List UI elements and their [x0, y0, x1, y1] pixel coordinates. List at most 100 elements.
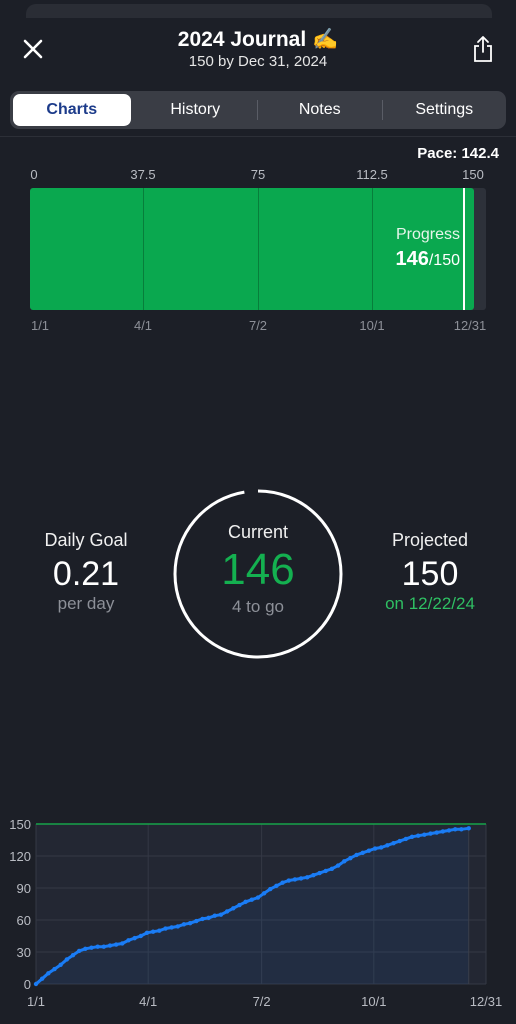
data-point [348, 855, 353, 861]
data-point [440, 829, 446, 834]
x-tick-label: 7/2 [253, 994, 271, 1009]
data-point [452, 827, 458, 832]
tab-notes[interactable]: Notes [261, 94, 379, 126]
data-point [317, 870, 322, 876]
y-tick-label: 0 [24, 977, 31, 992]
share-button[interactable] [466, 30, 500, 68]
scale-tick: 150 [462, 167, 484, 182]
data-point [372, 846, 378, 851]
data-point [169, 925, 174, 930]
data-point [403, 836, 409, 842]
projected-label: Projected [391, 530, 469, 550]
daily-goal-unit: per day [57, 594, 115, 613]
scale-tick: 112.5 [356, 167, 388, 182]
data-point [58, 962, 63, 967]
data-point [138, 933, 143, 939]
data-point [261, 891, 267, 896]
x-tick-label: 4/1 [139, 994, 157, 1009]
data-point [379, 845, 384, 850]
divider [0, 136, 516, 137]
data-point [342, 859, 347, 864]
data-point [286, 878, 291, 883]
data-point [323, 868, 328, 874]
progress-bar: Progress 146/150 [30, 188, 486, 310]
data-point [335, 863, 341, 868]
tab-history[interactable]: History [137, 94, 255, 126]
data-point [33, 981, 39, 987]
share-icon [474, 36, 492, 62]
data-point [107, 943, 113, 948]
sheet-edge [26, 4, 492, 18]
data-point [391, 841, 396, 846]
data-point [459, 827, 464, 832]
progress-label-title: Progress [395, 226, 460, 243]
data-point [397, 838, 402, 844]
data-point [70, 953, 76, 958]
data-point [89, 945, 94, 950]
data-point [329, 866, 335, 871]
data-point [39, 976, 45, 981]
date-tick: 7/2 [248, 318, 268, 333]
progress-scale: 0 37.5 75 112.5 150 [0, 167, 516, 185]
x-tick-label: 12/31 [470, 994, 503, 1009]
data-point [422, 832, 427, 837]
data-point [428, 831, 433, 836]
data-point [237, 902, 242, 908]
data-point [268, 886, 273, 892]
y-tick-label: 120 [9, 849, 31, 864]
data-point [163, 926, 168, 931]
daily-goal-stat: Daily Goal 0.21 per day [20, 530, 152, 614]
progress-gridline [143, 188, 144, 310]
data-point [194, 918, 199, 924]
data-point [385, 843, 390, 848]
progress-total: /150 [428, 252, 460, 269]
progress-dates: 1/1 4/1 7/2 10/1 12/31 [0, 318, 516, 336]
x-tick-label: 1/1 [27, 994, 45, 1009]
progress-current: 146 [395, 248, 429, 270]
date-tick: 1/1 [30, 318, 50, 333]
scale-tick: 0 [30, 167, 38, 182]
data-point [120, 941, 125, 946]
data-point [64, 957, 70, 962]
y-tick-label: 90 [17, 881, 31, 896]
pace-label: Pace: 142.4 [417, 145, 499, 162]
data-point [243, 899, 248, 905]
data-point [206, 915, 211, 921]
data-point [95, 944, 100, 949]
date-tick: 10/1 [359, 318, 385, 333]
page-subtitle: 150 by Dec 31, 2024 [188, 53, 328, 70]
scale-tick: 37.5 [130, 167, 156, 182]
data-point [212, 913, 217, 918]
journal-goal-screen: 2024 Journal ✍️ 150 by Dec 31, 2024 Char… [0, 0, 516, 1024]
data-point [446, 828, 452, 833]
y-tick-label: 30 [17, 945, 31, 960]
data-point [126, 938, 131, 943]
data-point [305, 875, 310, 880]
y-tick-label: 60 [17, 913, 31, 928]
data-point [434, 830, 439, 835]
data-point [132, 935, 137, 941]
data-point [76, 948, 82, 954]
daily-goal-value: 0.21 [52, 555, 120, 593]
tab-charts[interactable]: Charts [13, 94, 131, 126]
progress-label: Progress 146/150 [395, 226, 460, 271]
data-point [409, 834, 415, 839]
data-point [231, 906, 236, 911]
current-value: 146 [221, 545, 295, 594]
data-point [354, 852, 359, 858]
tab-settings[interactable]: Settings [386, 94, 504, 126]
data-point [46, 971, 51, 976]
data-point [298, 876, 304, 881]
progress-gridline [258, 188, 259, 310]
data-point [255, 895, 261, 900]
data-point [292, 877, 298, 882]
data-point [144, 930, 150, 935]
current-label: Current [227, 522, 289, 542]
data-point [280, 880, 285, 885]
data-point [200, 916, 205, 922]
segmented-tabs: Charts History Notes Settings [10, 91, 506, 129]
data-point [52, 966, 57, 972]
current-stat: Current 146 4 to go [172, 488, 344, 617]
x-tick-label: 10/1 [361, 994, 386, 1009]
data-point [415, 833, 421, 838]
